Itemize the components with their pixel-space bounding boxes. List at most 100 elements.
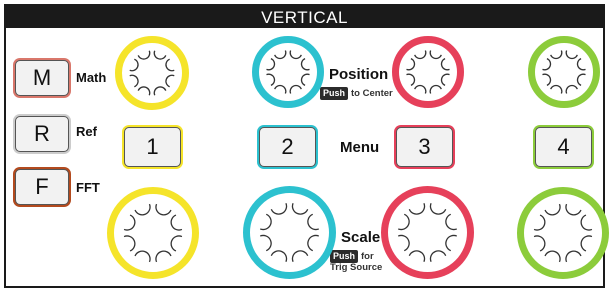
panel-title: VERTICAL <box>261 8 348 27</box>
knob-grip <box>533 235 546 252</box>
knob-grip <box>170 214 183 231</box>
channel-2-button[interactable]: 2 <box>257 125 318 169</box>
knob-icon <box>123 203 183 263</box>
push-badge: Push <box>320 87 349 100</box>
math-button[interactable]: M <box>13 58 71 98</box>
math-position-knob[interactable] <box>115 36 189 110</box>
knob-grip <box>544 203 561 216</box>
knob-grip <box>266 58 276 71</box>
knob-grip <box>266 73 276 86</box>
ref-label: Ref <box>76 124 97 139</box>
knob-grip <box>270 250 288 263</box>
knob-grip <box>291 250 309 263</box>
knob-icon <box>266 50 310 94</box>
knob-grip <box>397 213 410 231</box>
knob-grip <box>270 202 288 215</box>
ref-button[interactable]: R <box>13 114 71 154</box>
knob-grip <box>134 250 151 263</box>
knob-icon <box>542 50 586 94</box>
knob-grip <box>576 73 586 86</box>
knob-grip <box>123 214 136 231</box>
channel-3-scale-knob[interactable] <box>381 186 474 279</box>
knob-grip <box>406 58 416 71</box>
math-button-key: M <box>32 65 52 90</box>
knob-grip <box>300 58 310 71</box>
knob-grip <box>129 58 139 72</box>
knob-grip <box>291 202 309 215</box>
knob-grip <box>134 203 151 216</box>
knob-grip <box>565 50 578 60</box>
knob-grip <box>307 213 320 231</box>
knob-grip <box>259 213 272 231</box>
channel-2-number: 2 <box>281 134 294 159</box>
fft-label: FFT <box>76 180 100 195</box>
position-push-hint: Push to Center <box>320 87 393 100</box>
position-push-text: to Center <box>351 88 393 99</box>
knob-grip <box>414 84 427 94</box>
knob-grip <box>550 50 563 60</box>
knob-grip <box>445 234 458 252</box>
knob-grip <box>533 214 546 231</box>
knob-grip <box>123 235 136 252</box>
channel-4-button[interactable]: 4 <box>533 125 594 169</box>
knob-grip <box>544 250 561 263</box>
knob-grip <box>307 234 320 252</box>
channel-4-scale-knob[interactable] <box>517 187 609 279</box>
knob-grip <box>274 50 287 60</box>
knob-grip <box>170 235 183 252</box>
channel-4-position-knob[interactable] <box>528 36 600 108</box>
knob-grip <box>129 74 139 88</box>
fft-button[interactable]: F <box>13 167 71 207</box>
knob-grip <box>289 84 302 94</box>
scale-push-text-trig: Trig Source <box>330 262 383 273</box>
channel-3-button[interactable]: 3 <box>394 125 455 169</box>
position-label: Position <box>329 66 389 83</box>
channel-1-button[interactable]: 1 <box>122 125 183 169</box>
knob-grip <box>153 50 167 60</box>
knob-grip <box>153 86 167 96</box>
channel-1-number: 1 <box>146 134 159 159</box>
knob-grip <box>565 84 578 94</box>
knob-grip <box>440 73 450 86</box>
knob-grip <box>165 74 175 88</box>
channel-2-position-knob[interactable] <box>252 36 324 108</box>
knob-grip <box>155 250 172 263</box>
knob-grip <box>300 73 310 86</box>
ref-button-key: R <box>34 121 50 146</box>
menu-label: Menu <box>340 139 380 156</box>
knob-grip <box>580 214 593 231</box>
knob-icon <box>406 50 450 94</box>
knob-grip <box>165 58 175 72</box>
channel-2-scale-knob[interactable] <box>243 186 336 279</box>
knob-grip <box>408 250 426 263</box>
knob-grip <box>406 73 416 86</box>
knob-grip <box>408 202 426 215</box>
knob-grip <box>429 250 447 263</box>
knob-grip <box>397 234 410 252</box>
knob-grip <box>440 58 450 71</box>
knob-icon <box>129 50 175 96</box>
knob-grip <box>576 58 586 71</box>
knob-grip <box>414 50 427 60</box>
scale-push-text-for: for <box>361 251 374 262</box>
vertical-panel: VERTICAL M Math R Ref F FFT 1 2 3 4 Posi… <box>0 0 611 293</box>
knob-grip <box>580 235 593 252</box>
knob-grip <box>542 73 552 86</box>
fft-button-key: F <box>35 174 49 199</box>
knob-grip <box>429 202 447 215</box>
knob-icon <box>533 203 593 263</box>
title-bar: VERTICAL <box>4 4 605 28</box>
scale-label: Scale <box>341 229 381 246</box>
knob-grip <box>550 84 563 94</box>
knob-grip <box>259 234 272 252</box>
knob-icon <box>397 202 458 263</box>
channel-3-position-knob[interactable] <box>392 36 464 108</box>
channel-4-number: 4 <box>557 134 570 159</box>
channel-1-scale-knob[interactable] <box>107 187 199 279</box>
knob-icon <box>259 202 320 263</box>
knob-grip <box>429 50 442 60</box>
knob-grip <box>274 84 287 94</box>
knob-grip <box>445 213 458 231</box>
knob-grip <box>429 84 442 94</box>
math-label: Math <box>76 70 107 85</box>
